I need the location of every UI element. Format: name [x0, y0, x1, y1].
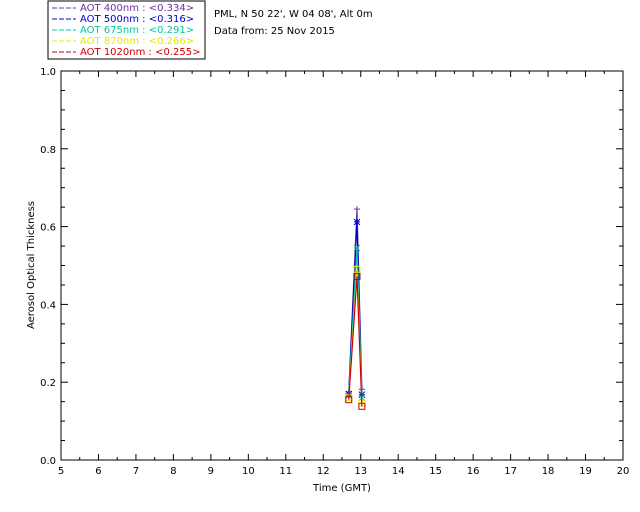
legend-label: AOT 500nm : <0.316> — [80, 14, 194, 25]
y-tick-label: 0.6 — [40, 223, 56, 234]
axes: 5 6 7 8 9 10 11 12 13 14 15 16 17 18 19 20 0.0 0.2 0.4 0.6 0… — [40, 67, 629, 477]
x-tick-label: 6 — [95, 466, 101, 477]
location-label: PML, N 50 22', W 04 08', Alt 0m — [214, 9, 373, 20]
legend: AOT 400nm : <0.334>AOT 500nm : <0.316>AO… — [47, 0, 206, 60]
x-tick-label: 19 — [579, 466, 592, 477]
x-tick-label: 20 — [617, 466, 630, 477]
x-tick-label: 8 — [170, 466, 176, 477]
x-tick-label: 9 — [208, 466, 214, 477]
x-tick-label: 16 — [467, 466, 480, 477]
series-layer — [345, 206, 366, 410]
x-axis-title: Time (GMT) — [312, 483, 371, 494]
y-axis-title: Aerosol Optical Thickness — [26, 201, 37, 329]
data-point — [353, 218, 361, 226]
x-tick-label: 11 — [279, 466, 292, 477]
x-tick-label: 10 — [242, 466, 255, 477]
legend-label: AOT 400nm : <0.334> — [80, 3, 194, 14]
x-tick-label: 5 — [58, 466, 64, 477]
x-tick-label: 12 — [317, 466, 330, 477]
legend-label: AOT 870nm : <0.266> — [80, 36, 194, 47]
x-tick-label: 13 — [354, 466, 367, 477]
aot-chart: AOT 400nm : <0.334>AOT 500nm : <0.316>AO… — [26, 0, 629, 494]
x-tick-label: 15 — [429, 466, 442, 477]
y-tick-label: 0.0 — [40, 456, 56, 467]
legend-label: AOT 1020nm : <0.255> — [80, 47, 200, 58]
x-tick-label: 7 — [133, 466, 139, 477]
data-point — [353, 206, 360, 213]
date-label: Data from: 25 Nov 2015 — [214, 26, 335, 37]
y-tick-label: 1.0 — [40, 67, 56, 78]
y-tick-label: 0.2 — [40, 378, 56, 389]
y-tick-label: 0.4 — [40, 300, 56, 311]
y-tick-label: 0.8 — [40, 145, 56, 156]
plot-frame — [60, 70, 624, 461]
x-tick-label: 14 — [392, 466, 405, 477]
x-tick-label: 17 — [504, 466, 517, 477]
legend-label: AOT 675nm : <0.291> — [80, 25, 194, 36]
x-tick-label: 18 — [542, 466, 555, 477]
